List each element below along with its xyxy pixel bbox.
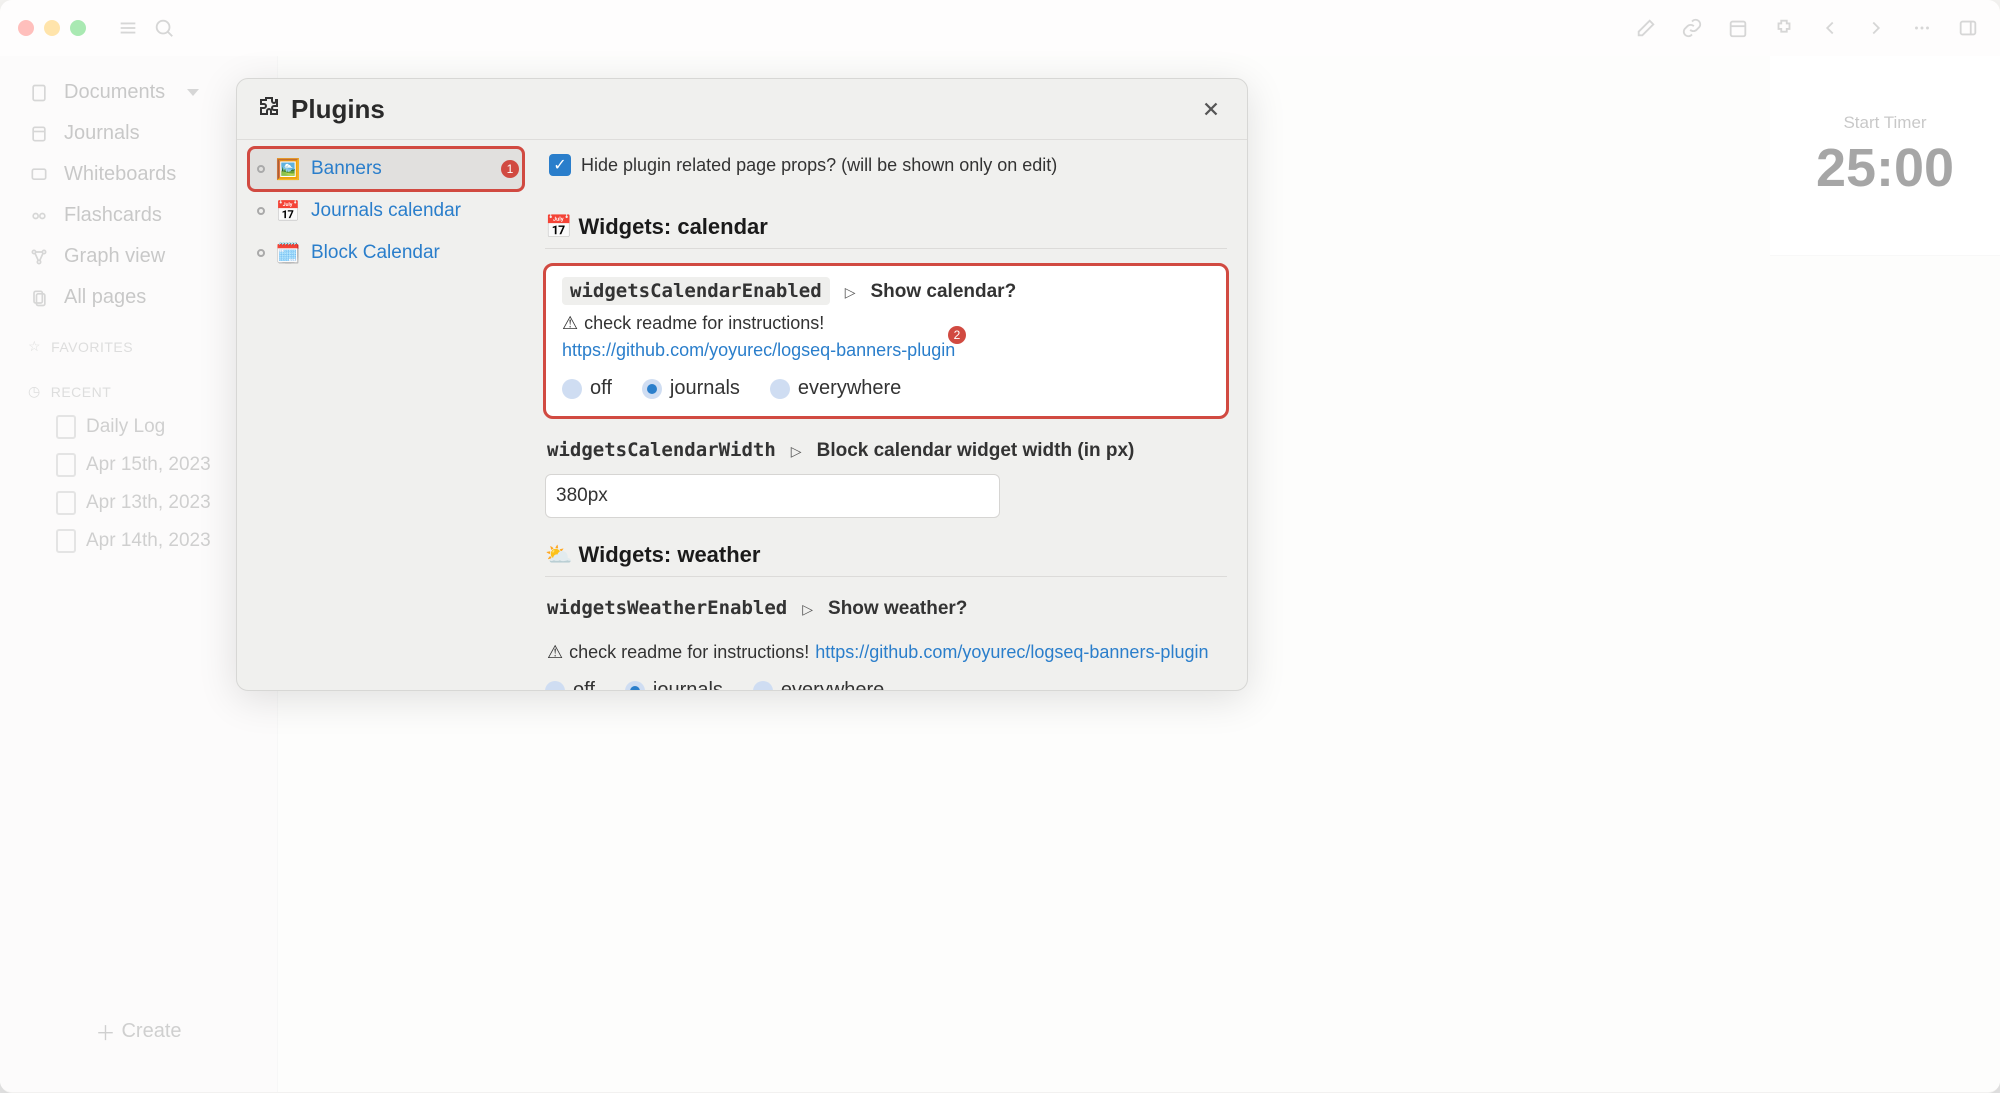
puzzle-icon [257,94,281,125]
bullet-icon [257,207,265,215]
calendar-width-input[interactable] [545,474,1000,518]
highlight-badge: 1 [501,160,519,178]
modal-title: Plugins [291,94,385,125]
weather-enabled-row: widgetsWeatherEnabled ▷ Show weather? [545,593,1227,632]
warning-icon: ⚠ [562,313,578,334]
plugin-item-journals-calendar[interactable]: 📅 Journals calendar [249,190,523,232]
warning-row: ⚠ check readme for instructions! https:/… [545,642,1227,663]
calendar-enabled-options: off journals everywhere [562,377,1210,400]
checkbox-label: Hide plugin related page props? (will be… [581,155,1057,176]
radio-off[interactable]: off [562,377,612,400]
weather-enabled-options: off journals everywhere [545,679,1227,690]
plugin-item-banners[interactable]: 🖼️ Banners 1 [249,148,523,190]
close-button[interactable] [1195,93,1227,125]
plugin-link[interactable]: Block Calendar [311,242,440,264]
plugin-item-block-calendar[interactable]: 🗓️ Block Calendar [249,232,523,274]
triangle-icon: ▷ [845,284,856,301]
setting-title: Show weather? [828,598,967,619]
weather-emoji-icon: ⛅ [545,542,572,567]
highlight-badge: 2 [948,326,966,344]
bullet-icon [257,249,265,257]
setting-title: Show calendar? [870,281,1016,302]
calendar-emoji-icon: 📅 [545,214,572,239]
modal-header: Plugins [237,79,1247,140]
setting-key: widgetsCalendarEnabled [562,277,830,305]
modal-body: 🖼️ Banners 1 📅 Journals calendar 🗓️ Bloc… [237,140,1247,690]
plugin-settings-pane: ✓ Hide plugin related page props? (will … [535,140,1247,690]
warning-text: check readme for instructions! [584,313,824,334]
radio-everywhere[interactable]: everywhere [753,679,884,690]
triangle-icon: ▷ [791,443,802,460]
app-window: Documents Journals Whiteboards Flashcard… [0,0,2000,1093]
radio-journals[interactable]: journals [642,377,740,400]
hide-page-props-row[interactable]: ✓ Hide plugin related page props? (will … [545,150,1227,190]
setting-key: widgetsWeatherEnabled [547,597,787,619]
radio-off[interactable]: off [545,679,595,690]
triangle-icon: ▷ [802,601,813,618]
setting-title: Block calendar widget width (in px) [817,440,1135,461]
readme-link[interactable]: https://github.com/yoyurec/logseq-banner… [562,340,955,361]
radio-journals[interactable]: journals [625,679,723,690]
plugins-modal: Plugins 🖼️ Banners 1 📅 Journals calendar [236,78,1248,691]
banners-icon: 🖼️ [275,156,301,182]
section-title-weather: ⛅ Widgets: weather [545,518,1227,577]
warning-row: ⚠ check readme for instructions! https:/… [562,313,1210,361]
plugin-link[interactable]: Banners [311,158,382,180]
readme-link[interactable]: https://github.com/yoyurec/logseq-banner… [815,642,1208,663]
plugin-link[interactable]: Journals calendar [311,200,461,222]
section-title-calendar: 📅 Widgets: calendar [545,190,1227,249]
radio-everywhere[interactable]: everywhere [770,377,901,400]
block-calendar-icon: 🗓️ [275,240,301,266]
journals-calendar-icon: 📅 [275,198,301,224]
bullet-icon [257,165,265,173]
calendar-width-row: widgetsCalendarWidth ▷ Block calendar wi… [545,435,1227,474]
warning-icon: ⚠ [547,642,563,663]
plugin-list: 🖼️ Banners 1 📅 Journals calendar 🗓️ Bloc… [237,140,535,690]
checkbox-checked-icon[interactable]: ✓ [549,154,571,176]
setting-key: widgetsCalendarWidth [547,439,776,461]
warning-text: check readme for instructions! [569,642,809,663]
calendar-enabled-block: 2 widgetsCalendarEnabled ▷ Show calendar… [545,265,1227,417]
